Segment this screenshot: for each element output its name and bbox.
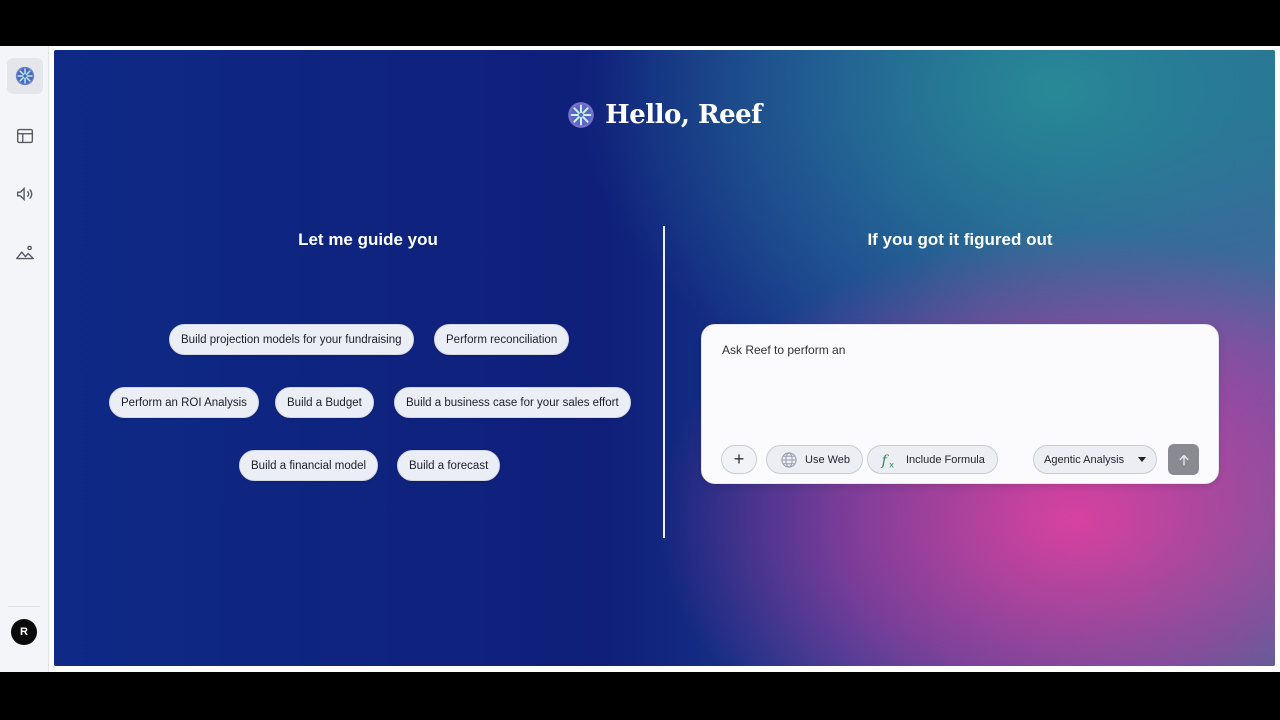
speaker-icon (16, 186, 33, 202)
mode-select-value: Agentic Analysis (1044, 453, 1125, 466)
suggestion-chip[interactable]: Build a financial model (239, 450, 379, 481)
include-formula-button[interactable]: f x Include Formula (867, 445, 998, 474)
reef-logo-icon (15, 66, 35, 86)
plus-icon: + (733, 449, 745, 469)
image-icon (16, 245, 34, 260)
use-web-button[interactable]: Use Web (766, 445, 864, 474)
include-formula-label: Include Formula (906, 453, 985, 466)
suggestion-chip[interactable]: Perform reconciliation (434, 324, 570, 355)
suggestion-chip[interactable]: Perform an ROI Analysis (109, 387, 259, 418)
sidebar-item-audio[interactable] (7, 176, 43, 212)
svg-text:x: x (889, 459, 894, 469)
sidebar-item-home[interactable] (7, 58, 43, 94)
greeting: Hello, Reef (54, 100, 1275, 130)
arrow-up-icon (1179, 454, 1188, 465)
suggestion-chip[interactable]: Build a business case for your sales eff… (394, 387, 631, 418)
prompt-card: Ask Reef to perform an + Use Web f x Inc… (701, 324, 1219, 484)
sidebar: R (0, 46, 49, 672)
sidebar-item-images[interactable] (7, 235, 43, 271)
main-panel: Hello, Reef Let me guide you If you got … (54, 50, 1275, 666)
sidebar-item-tables[interactable] (7, 118, 43, 154)
avatar[interactable]: R (11, 619, 37, 645)
app-window: R Hello, Reef Let me guide you If you go… (0, 46, 1280, 672)
table-icon (16, 128, 34, 144)
use-web-label: Use Web (805, 453, 851, 466)
suggestion-chip[interactable]: Build a forecast (397, 450, 501, 481)
suggestion-chip[interactable]: Build projection models for your fundrai… (169, 324, 414, 355)
sidebar-divider (8, 606, 40, 607)
caret-down-icon (1138, 457, 1146, 462)
globe-icon (781, 451, 797, 468)
mode-select[interactable]: Agentic Analysis (1033, 445, 1157, 474)
page-title: Hello, Reef (605, 100, 762, 130)
reef-logo-icon (568, 102, 594, 128)
add-attachment-button[interactable]: + (721, 445, 757, 474)
prompt-title: If you got it figured out (867, 230, 1053, 249)
send-button[interactable] (1168, 444, 1199, 475)
prompt-input[interactable]: Ask Reef to perform an (722, 343, 845, 357)
column-divider (663, 226, 665, 538)
guide-title: Let me guide you (298, 230, 438, 249)
function-icon: f x (881, 453, 895, 470)
suggestion-chip[interactable]: Build a Budget (275, 387, 374, 418)
svg-text:f: f (881, 453, 890, 469)
